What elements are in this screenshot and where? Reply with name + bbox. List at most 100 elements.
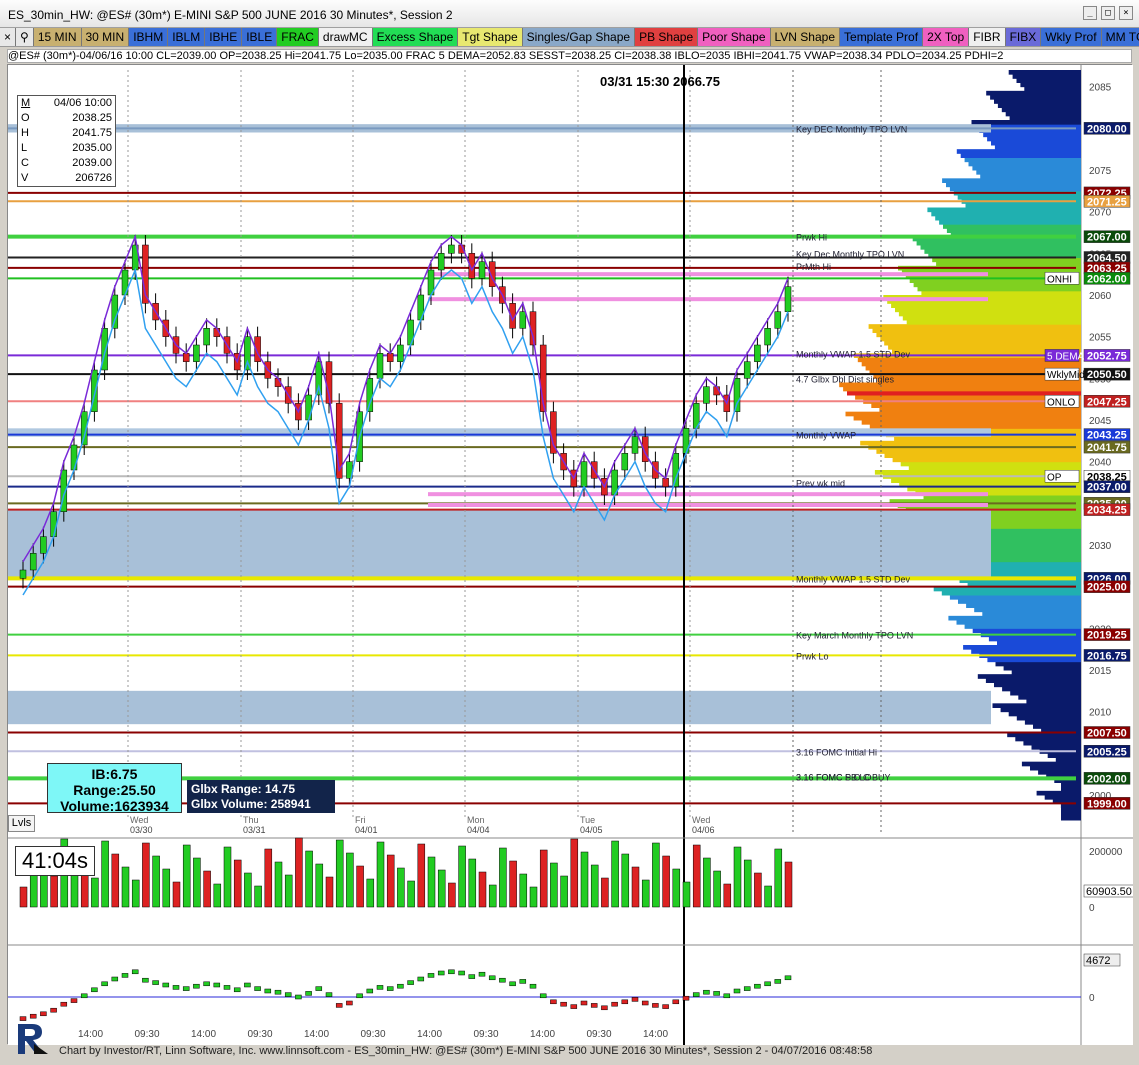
chart-area[interactable]: 2085208020752070206520602055205020452040… — [7, 64, 1137, 1045]
volume-bar — [692, 844, 701, 908]
volume-profile-bar — [956, 620, 1081, 625]
volume-profile-bar — [1010, 690, 1081, 696]
osc-point — [335, 1003, 343, 1008]
volume-bar — [733, 846, 742, 908]
toolbar-button[interactable]: FIBX — [1005, 28, 1042, 46]
ohlc-value: 2041.75 — [72, 127, 112, 139]
volume-profile-bar — [992, 703, 1081, 708]
volume-profile-bar — [980, 174, 1081, 179]
volume-profile-bar — [916, 240, 1081, 246]
volume-bar — [101, 840, 109, 908]
time-axis-tick: 14:00 — [78, 1029, 103, 1040]
price-label: 2034.25 — [1087, 505, 1127, 517]
volume-profile-bar — [966, 603, 1081, 608]
volume-bar — [550, 862, 558, 908]
toolbar-button[interactable]: IBHE — [205, 28, 243, 46]
candle-body — [203, 328, 210, 346]
toolbar-button[interactable]: 2X Top — [923, 28, 970, 46]
ohlc-key: V — [21, 172, 29, 184]
osc-point — [611, 1001, 618, 1007]
volume-profile-bar — [868, 324, 1081, 329]
investor-rt-logo — [18, 1024, 48, 1054]
candle-body — [376, 353, 384, 379]
toolbar-button[interactable]: PB Shape — [635, 28, 699, 46]
toolbar-button[interactable]: drawMC — [318, 28, 373, 46]
pin-icon[interactable]: ⚲ — [16, 28, 34, 46]
volume-profile-bar — [965, 203, 1081, 208]
volume-profile-bar — [861, 420, 1081, 425]
shaded-zone — [8, 690, 991, 725]
candle-body — [754, 344, 761, 362]
volume-bar — [539, 849, 548, 908]
toolbar-button[interactable]: 30 MIN — [81, 28, 130, 46]
date-label-day: Mon — [467, 815, 485, 825]
ohlc-header: M 04/06 10:00 — [18, 96, 115, 111]
shaded-zone — [8, 510, 991, 579]
maximize-button[interactable]: □ — [1101, 6, 1115, 20]
level-annotation: Prwk Lo — [796, 651, 829, 661]
volume-bar — [50, 875, 58, 908]
volume-profile-bar — [872, 328, 1081, 333]
time-axis-tick: 14:00 — [643, 1029, 668, 1040]
toolbar-button[interactable]: MM TGT — [1101, 28, 1139, 46]
osc-point — [111, 976, 119, 982]
osc-point — [682, 995, 690, 1001]
volume-bar — [366, 878, 375, 908]
toolbar-button[interactable]: Singles/Gap Shape — [522, 28, 636, 46]
ohlc-row: V 206726 — [18, 171, 115, 186]
volume-profile-bar — [1047, 753, 1081, 758]
toolbar-button[interactable]: FRAC — [277, 28, 319, 46]
toolbar-button[interactable]: IBLE — [242, 28, 278, 46]
volume-profile-bar — [972, 628, 1081, 633]
toolbar-button[interactable]: IBHM — [129, 28, 169, 46]
toolbar-button[interactable]: 15 MIN — [33, 28, 82, 46]
osc-point — [223, 985, 231, 990]
volume-profile-bar — [1016, 715, 1081, 721]
volume-bar — [641, 879, 650, 908]
volume-last: 60903.50 — [1086, 886, 1132, 898]
minimize-button[interactable]: _ — [1083, 6, 1097, 20]
toolbar-button[interactable]: Wkly Prof — [1041, 28, 1102, 46]
volume-bar — [448, 882, 456, 908]
price-label: 2047.25 — [1087, 396, 1127, 408]
toolbar-button[interactable]: Template Prof — [840, 28, 924, 46]
chart-canvas[interactable]: 2085208020752070206520602055205020452040… — [8, 65, 1137, 1045]
date-label: 03/30 — [130, 825, 153, 835]
close-chart-icon[interactable]: × — [0, 28, 17, 46]
candle-body — [703, 386, 710, 404]
toolbar-button[interactable]: Tgt Shape — [458, 28, 523, 46]
volume-profile-bar — [942, 178, 1081, 183]
volume-bar — [764, 885, 772, 908]
toolbar-button[interactable]: IBLM — [168, 28, 206, 46]
close-button[interactable]: × — [1119, 6, 1133, 20]
ib-stats-box: IB:6.75 Range:25.50 Volume:1623934 — [47, 763, 182, 814]
toolbar-button[interactable]: Excess Shape — [372, 28, 459, 46]
osc-point — [264, 988, 272, 994]
osc-point — [131, 969, 139, 975]
candle-body — [70, 444, 78, 471]
level-annotation: Key Dec Monthly TPO LVN — [796, 249, 904, 259]
toolbar-button[interactable]: LVN Shape — [770, 28, 841, 46]
volume-bar — [223, 846, 232, 908]
osc-point — [101, 981, 108, 987]
toolbar-button[interactable]: FIBR — [969, 28, 1006, 46]
ohlc-marker: M — [21, 97, 31, 109]
date-label-day: Tue — [580, 815, 595, 825]
candle-body — [305, 394, 312, 421]
osc-point — [488, 975, 496, 981]
volume-bar — [244, 872, 252, 908]
volume-bar — [193, 857, 201, 908]
osc-point — [519, 979, 527, 984]
osc-point — [213, 982, 221, 988]
volume-profile-bar — [1016, 78, 1081, 83]
volume-profile-bar — [1024, 86, 1081, 92]
osc-point — [60, 1001, 68, 1007]
volume-profile-bar — [1031, 745, 1081, 750]
price-label: 2062.00 — [1087, 273, 1127, 285]
volume-bar — [386, 854, 395, 908]
lvls-button[interactable]: Lvls — [8, 815, 35, 832]
ohlc-value: 2035.00 — [72, 142, 112, 154]
volume-bar — [519, 873, 528, 908]
toolbar-button[interactable]: Poor Shape — [698, 28, 771, 46]
glbx-range: Glbx Range: 14.75 — [191, 782, 296, 796]
